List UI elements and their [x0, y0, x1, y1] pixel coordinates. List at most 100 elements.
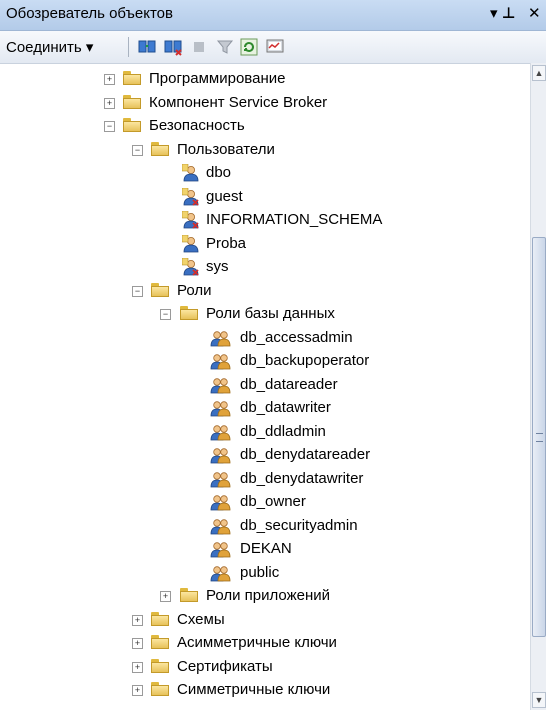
tree-node[interactable]: db_securityadmin [0, 514, 530, 538]
tree-node-label: sys [206, 258, 229, 275]
database-role-icon [210, 446, 232, 464]
database-role-icon [210, 470, 232, 488]
collapse-icon[interactable]: − [132, 285, 143, 297]
scroll-up-button[interactable]: ▲ [532, 65, 546, 81]
database-role-icon [210, 564, 232, 582]
pin-dropdown-icon[interactable]: ▾ ⊥ [490, 4, 515, 22]
tree-node[interactable]: − Роли [0, 279, 530, 303]
folder-icon [151, 141, 169, 156]
scrollbar-grip-icon [536, 433, 543, 442]
tree-node[interactable]: dbo [0, 161, 530, 185]
tree-node[interactable]: db_denydatawriter [0, 467, 530, 491]
stop-icon[interactable] [190, 38, 208, 56]
tree-node[interactable]: + Симметричные ключи [0, 678, 530, 702]
user-icon [181, 163, 200, 182]
tree-node-label: Симметричные ключи [177, 681, 331, 698]
tree-node-label: db_backupoperator [240, 352, 370, 369]
tree-node-label: db_accessadmin [240, 328, 353, 346]
tree-node[interactable]: db_accessadmin [0, 326, 530, 350]
tree-node-label: db_datawriter [240, 399, 331, 416]
expand-icon[interactable]: + [132, 614, 143, 626]
tree-node[interactable]: − Пользователи [0, 138, 530, 162]
tree-node-label: Роли базы данных [206, 305, 335, 322]
scrollbar-thumb[interactable] [532, 237, 546, 637]
tree-node[interactable]: + Компонент Service Broker [0, 91, 530, 115]
connect-dropdown-button[interactable]: Соединить ▾ [6, 38, 93, 56]
tree-node[interactable]: guest [0, 185, 530, 209]
toolbar: Соединить ▾ [0, 31, 546, 64]
expand-icon[interactable]: + [104, 97, 115, 109]
database-role-icon [210, 329, 232, 347]
tree-node[interactable]: + Роли приложений [0, 584, 530, 608]
folder-icon [151, 682, 169, 696]
tree-node[interactable]: + Схемы [0, 608, 530, 632]
tree-node-label: Безопасность [149, 117, 245, 134]
tree-node-label: public [240, 563, 280, 581]
database-role-icon [210, 423, 232, 441]
folder-icon [180, 306, 198, 320]
tree-node[interactable]: db_owner [0, 490, 530, 514]
tree-node[interactable]: db_backupoperator [0, 349, 530, 373]
tree-node-label: Программирование [149, 70, 286, 87]
database-role-icon [210, 352, 232, 370]
user-disabled-icon [181, 210, 200, 229]
tree-node[interactable]: + Программирование [0, 67, 530, 91]
close-icon[interactable]: ✕ [528, 4, 541, 22]
tree-node-label: db_datareader [240, 375, 338, 393]
expand-icon[interactable]: + [132, 661, 143, 673]
expand-icon[interactable]: + [132, 638, 143, 649]
folder-icon [151, 611, 169, 626]
tree-node[interactable]: + Сертификаты [0, 655, 530, 679]
tree-node[interactable]: db_ddladmin [0, 420, 530, 444]
tree-node[interactable]: db_datareader [0, 373, 530, 397]
tree-node-label: db_ddladmin [240, 422, 326, 440]
tree-node[interactable]: DEKAN [0, 537, 530, 561]
user-icon [181, 234, 200, 253]
disconnect-icon[interactable] [164, 38, 182, 56]
scroll-down-button[interactable]: ▼ [532, 692, 546, 708]
object-explorer-tree: + Программирование + Компонент Service Brok… [0, 63, 530, 710]
expand-icon[interactable]: + [160, 591, 171, 602]
object-explorer-titlebar: Обозреватель объектов ▾ ⊥ ✕ [0, 0, 546, 31]
collapse-icon[interactable]: − [104, 121, 115, 132]
tree-node[interactable]: INFORMATION_SCHEMA [0, 208, 530, 232]
tree-node[interactable]: db_datawriter [0, 396, 530, 420]
expand-icon[interactable]: + [132, 685, 143, 696]
tree-node[interactable]: Proba [0, 232, 530, 256]
tree-node[interactable]: public [0, 561, 530, 585]
tree-node-label: Компонент Service Broker [149, 93, 328, 111]
tree-node-label: db_denydatareader [240, 446, 371, 463]
tree-node-label: DEKAN [240, 540, 292, 557]
database-role-icon [210, 493, 232, 511]
filter-icon[interactable] [216, 38, 234, 56]
panel-title: Обозреватель объектов [6, 5, 173, 22]
collapse-icon[interactable]: − [132, 144, 143, 156]
vertical-scrollbar[interactable]: ▲ ▼ [530, 63, 546, 710]
tree-node[interactable]: − Роли базы данных [0, 302, 530, 326]
collapse-icon[interactable]: − [160, 309, 171, 320]
database-role-icon [210, 540, 232, 558]
folder-icon [123, 94, 141, 109]
tree-node-label: Proba [206, 234, 247, 252]
tree-node-label: db_securityadmin [240, 516, 358, 534]
folder-icon [151, 635, 169, 649]
tree-node[interactable]: db_denydatareader [0, 443, 530, 467]
folder-icon [180, 588, 198, 602]
database-role-icon [210, 517, 232, 535]
tree-node-label: dbo [206, 164, 232, 181]
folder-icon [151, 658, 169, 673]
tree-node[interactable]: − Безопасность [0, 114, 530, 138]
expand-icon[interactable]: + [104, 74, 115, 85]
tree-node[interactable]: + Асимметричные ключи [0, 631, 530, 655]
activity-monitor-icon[interactable] [266, 38, 284, 56]
user-disabled-icon [181, 257, 200, 276]
tree-node[interactable]: sys [0, 255, 530, 279]
tree-node-label: Схемы [177, 610, 225, 628]
connect-object-explorer-icon[interactable] [138, 38, 156, 56]
refresh-icon[interactable] [240, 38, 258, 56]
database-role-icon [210, 376, 232, 394]
tree-node-label: Роли приложений [206, 587, 331, 604]
user-disabled-icon [181, 187, 200, 206]
folder-icon [123, 71, 141, 85]
tree-node-label: guest [206, 187, 243, 205]
